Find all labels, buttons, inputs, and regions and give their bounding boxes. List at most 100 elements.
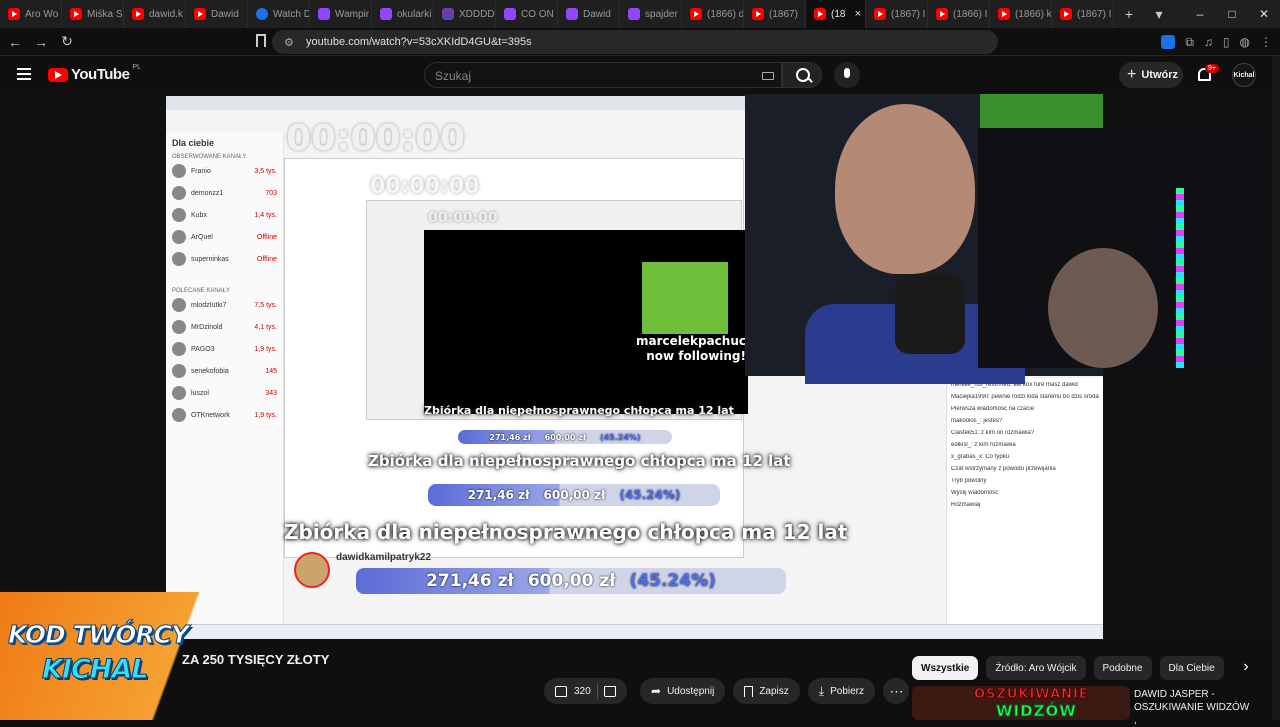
channel-name: Franio — [191, 167, 211, 175]
create-label: Utwórz — [1141, 69, 1179, 81]
chevron-right-icon[interactable]: › — [1236, 658, 1256, 678]
raised-amount: 271,46 zł — [467, 488, 530, 502]
chat-line: Rozmawiaj — [951, 502, 981, 508]
browser-tab[interactable]: Dawid — [186, 0, 248, 28]
video-player[interactable]: Dla ciebie OBSERWOWANE KANAŁY Franio 3,5 … — [0, 94, 1280, 640]
follower-thumbs-image — [642, 262, 728, 334]
tab-label: Wampir — [335, 8, 370, 20]
create-button[interactable]: + Utwórz — [1119, 62, 1183, 88]
fundraiser-bar-small: 271,46 zł 600,00 zł (45.24%) — [458, 430, 672, 444]
creator-code-line2: KICHAL — [41, 654, 148, 686]
recommendation-thumbnail[interactable]: OSZUKIWANIE WIDZÓW — [912, 686, 1130, 720]
profile-icon[interactable]: ◍ — [1240, 35, 1250, 49]
filter-chip[interactable]: Podobne — [1093, 656, 1152, 680]
channel-avatar — [172, 298, 186, 312]
like-button[interactable]: 320 — [555, 685, 591, 697]
browser-tab[interactable]: Dawid — [558, 0, 620, 28]
recommendation-title[interactable]: DAWID JASPER - OSZUKIWANIE WIDZÓW , — [1134, 688, 1252, 727]
tab-search-icon[interactable]: ▾ — [1144, 6, 1174, 23]
download-button[interactable]: ⤓ Pobierz — [807, 678, 875, 704]
raised-amount: 271,46 zł — [489, 432, 531, 442]
close-tab-icon[interactable]: × — [855, 8, 861, 20]
search-input[interactable]: Szukaj — [424, 62, 782, 88]
channel-avatar — [172, 364, 186, 378]
browser-tab[interactable]: (1866) d — [682, 0, 744, 28]
minimize-icon[interactable]: – — [1184, 7, 1216, 21]
tab-label: Dawid — [583, 8, 611, 20]
reload-icon[interactable]: ↻ — [56, 33, 78, 50]
browser-tab[interactable]: (1867) — [744, 0, 806, 28]
browser-tab[interactable]: Wampir — [310, 0, 372, 28]
chat-line: Ciastek51: z kim on rozmawia? — [951, 430, 1035, 436]
tab-label: Dawid — [211, 8, 239, 20]
channel-name: superninkas — [191, 255, 229, 263]
browser-tab[interactable]: okularki — [372, 0, 434, 28]
channel-status: Offline — [256, 255, 277, 263]
browser-tab[interactable]: dawid.k — [124, 0, 186, 28]
browser-tab[interactable]: (1866) k — [990, 0, 1052, 28]
menu-hamburger-icon[interactable] — [17, 68, 31, 80]
bookmark-icon[interactable] — [256, 34, 266, 47]
youtube-icon — [1060, 8, 1072, 20]
close-window-icon[interactable]: ✕ — [1248, 7, 1280, 21]
sidebar-icon[interactable]: ▯ — [1223, 35, 1230, 49]
maximize-icon[interactable]: □ — [1216, 7, 1248, 21]
extensions-icon[interactable]: ⧉ — [1185, 35, 1194, 50]
twitch-icon — [566, 8, 578, 20]
menu-icon[interactable]: ⋮ — [1260, 35, 1272, 49]
browser-tab[interactable]: CO ON — [496, 0, 558, 28]
tab-label: (1867) — [769, 8, 798, 20]
webcam-feed-2 — [978, 128, 1280, 368]
thumb-text-2: WIDZÓW — [996, 702, 1077, 721]
browser-tab[interactable]: Watch D — [248, 0, 310, 28]
twitch-chat-panel: mereek_not_reformed: ale kox fure masz d… — [946, 378, 1103, 639]
green-background — [980, 94, 1103, 128]
new-tab-button[interactable]: + — [1114, 6, 1144, 22]
page-scrollbar[interactable] — [1272, 56, 1280, 720]
filter-chip[interactable]: Wszystkie — [912, 656, 979, 680]
channel-avatar — [172, 408, 186, 422]
keyboard-icon[interactable] — [762, 72, 774, 80]
browser-tab[interactable]: Miśka S — [62, 0, 124, 28]
timer-overlay-3: 00:00:00 — [428, 210, 498, 226]
thumbs-down-icon[interactable] — [603, 685, 616, 697]
chat-line: Pierwsza wiadomość na czacie — [951, 406, 1035, 412]
share-label: Udostępnij — [667, 685, 715, 697]
save-button[interactable]: Zapisz — [733, 678, 800, 704]
browser-tab[interactable]: spajder — [620, 0, 682, 28]
back-icon[interactable]: ← — [4, 34, 26, 50]
browser-tab[interactable]: Aro Wo — [0, 0, 62, 28]
avatar[interactable]: Kichal — [1232, 63, 1256, 87]
channel-status: 343 — [265, 389, 277, 397]
like-count: 320 — [574, 685, 591, 697]
site-info-icon[interactable]: ⚙ — [284, 36, 298, 49]
voice-search-button[interactable] — [834, 62, 860, 88]
share-button[interactable]: ➦ Udostępnij — [640, 678, 726, 704]
download-icon: ⤓ — [818, 683, 825, 698]
browser-tab[interactable]: (18 × — [806, 0, 866, 28]
browser-tab[interactable]: (1866) I — [928, 0, 990, 28]
channel-status: 1,9 tys. — [254, 411, 277, 419]
notification-badge: 9+ — [1205, 64, 1219, 73]
youtube-logo[interactable]: YouTube PL — [48, 64, 141, 83]
filter-chip[interactable]: Dla Ciebie — [1159, 656, 1224, 680]
twitch-icon — [380, 8, 392, 20]
browser-tab[interactable]: (1867) I — [1052, 0, 1114, 28]
forward-icon[interactable]: → — [30, 34, 52, 50]
url-field[interactable]: ⚙ youtube.com/watch?v=53cXKIdD4GU&t=395s — [272, 30, 998, 54]
chat-line: Tryb powolny — [951, 478, 987, 484]
filter-chip[interactable]: Źródło: Aro Wójcik — [986, 656, 1086, 680]
channel-name: OTKnetwork — [191, 411, 230, 419]
download-label: Pobierz — [830, 685, 864, 697]
translate-icon[interactable] — [1161, 35, 1176, 49]
thumb-text-1: OSZUKIWANIE — [974, 687, 1089, 703]
timer-overlay-1: 00:00:00 — [286, 118, 466, 159]
channel-name: demonzz1 — [191, 189, 224, 197]
browser-tab[interactable]: XDDDD — [434, 0, 496, 28]
browser-tab[interactable]: (1867) I — [866, 0, 928, 28]
search-button[interactable] — [782, 62, 822, 88]
media-icon[interactable]: ♫ — [1204, 35, 1213, 49]
logo-wordmark: YouTube — [71, 66, 130, 83]
more-actions-button[interactable]: ⋯ — [883, 678, 909, 704]
tab-label: (1866) d — [707, 8, 744, 20]
